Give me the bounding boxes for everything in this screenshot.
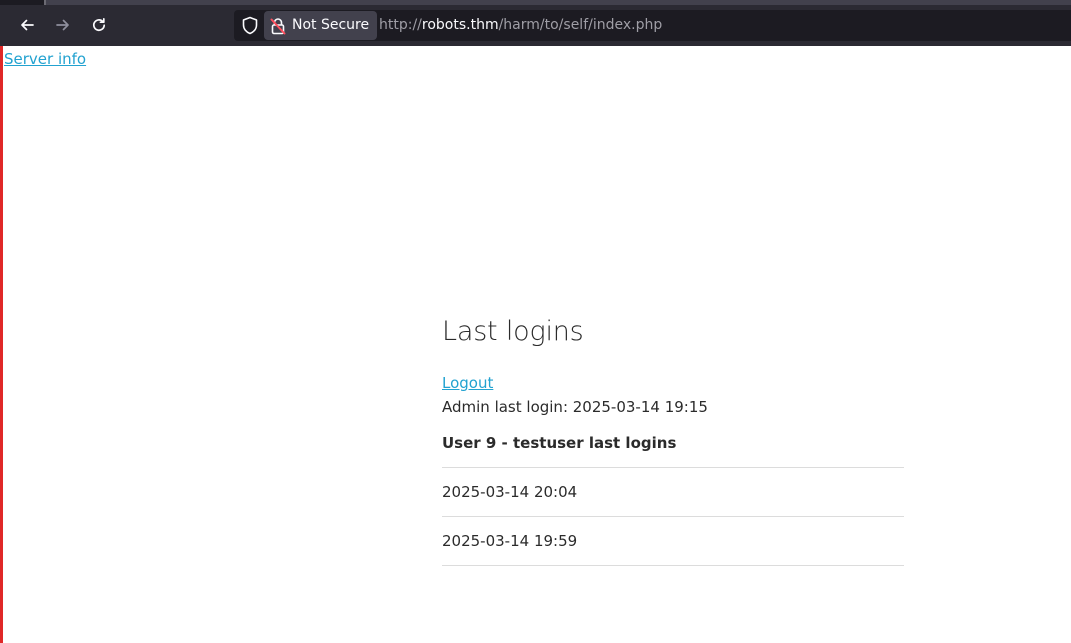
- reload-button[interactable]: [84, 10, 114, 40]
- list-item: 2025-03-14 19:59: [442, 517, 904, 566]
- shield-icon[interactable]: [241, 16, 259, 35]
- login-list: 2025-03-14 20:04 2025-03-14 19:59: [442, 467, 904, 566]
- admin-last-login: Admin last login: 2025-03-14 19:15: [442, 398, 708, 416]
- user-logins-heading: User 9 - testuser last logins: [442, 434, 677, 452]
- logout-link[interactable]: Logout: [442, 373, 493, 393]
- url-path: /harm/to/self/index.php: [498, 17, 663, 33]
- page-content: Server info Last logins Logout Admin las…: [0, 46, 1071, 643]
- url-scheme: http://: [379, 17, 422, 33]
- not-secure-label: Not Secure: [292, 17, 370, 33]
- site-security-indicator[interactable]: Not Secure: [264, 11, 378, 40]
- list-item: 2025-03-14 20:04: [442, 468, 904, 517]
- insecure-lock-icon: [270, 17, 286, 34]
- url-text[interactable]: http://robots.thm/harm/to/self/index.php: [379, 10, 662, 41]
- page-title: Last logins: [442, 316, 584, 347]
- window-edge-highlight: [0, 46, 3, 643]
- back-button[interactable]: [12, 10, 42, 40]
- arrow-right-icon: [56, 19, 69, 31]
- browser-window: Not Secure http://robots.thm/harm/to/sel…: [0, 0, 1071, 643]
- browser-toolbar: Not Secure http://robots.thm/harm/to/sel…: [0, 0, 1071, 46]
- server-info-link[interactable]: Server info: [4, 49, 86, 69]
- forward-button[interactable]: [48, 10, 78, 40]
- arrow-left-icon: [21, 19, 34, 31]
- active-tab-edge: [44, 0, 1071, 5]
- reload-icon: [93, 17, 106, 32]
- url-host: robots.thm: [421, 17, 499, 33]
- last-logins-panel: Last logins Logout Admin last login: 202…: [442, 312, 904, 566]
- address-bar[interactable]: Not Secure http://robots.thm/harm/to/sel…: [234, 10, 1071, 41]
